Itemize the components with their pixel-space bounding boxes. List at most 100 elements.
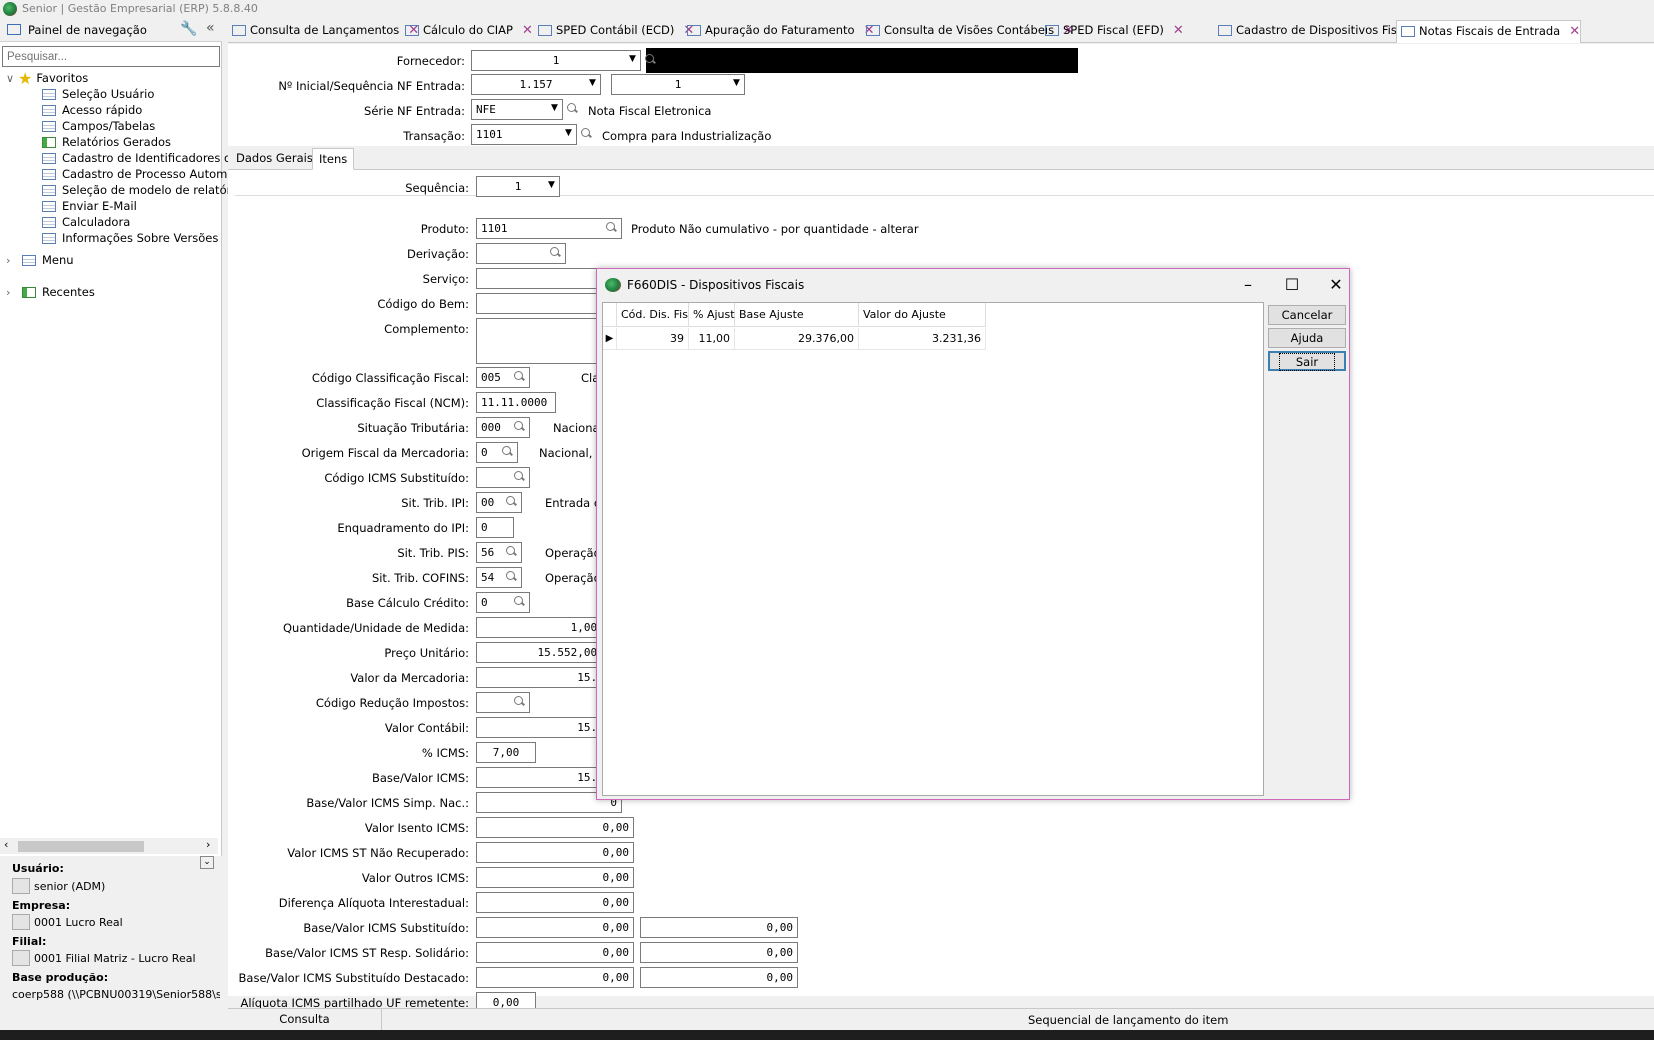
tab-dados-gerais[interactable]: Dados Gerais (230, 148, 319, 170)
minimize-icon[interactable]: – (1233, 273, 1263, 297)
search-icon[interactable] (512, 594, 526, 610)
favorite-item[interactable]: Cadastro de Identificadores de (42, 150, 238, 166)
user-icon[interactable] (12, 878, 30, 894)
tab-document[interactable]: SPED Fiscal (EFD) ✕ (1041, 20, 1184, 43)
grid-column-header[interactable]: % Ajuste (689, 303, 741, 327)
collapse-panel-icon[interactable]: « (206, 20, 215, 36)
dispositivos-grid[interactable]: Cód. Dis. Fis.% Ajuste Base Ajuste Valor d… (602, 302, 1264, 796)
chevron-down-icon[interactable]: ∨ (6, 71, 18, 87)
tab-document[interactable]: Apuração do Faturamento ✕ (683, 20, 874, 43)
close-icon[interactable]: ✕ (1321, 273, 1351, 297)
favorite-item[interactable]: Relatórios Gerados (42, 134, 171, 150)
horizontal-scrollbar[interactable]: ‹ › (0, 838, 218, 854)
close-tab-icon[interactable]: ✕ (1569, 24, 1580, 39)
tree-recent[interactable]: › Recentes (6, 284, 95, 300)
expand-info-icon[interactable]: ⌄ (200, 856, 214, 869)
serie-input[interactable]: NFE (471, 99, 563, 120)
tree-menu[interactable]: › Menu (6, 252, 74, 268)
grid-column-header[interactable]: Valor do Ajuste (859, 303, 986, 327)
grid-cell[interactable]: 29.376,00 (735, 328, 859, 350)
item-field-input[interactable]: 0,00 (476, 942, 634, 963)
transacao-input[interactable]: 1101 (471, 124, 577, 145)
grid-cell[interactable]: 3.231,36 (859, 328, 986, 350)
tab-label: Notas Fiscais de Entrada (1419, 24, 1561, 38)
search-icon[interactable] (643, 52, 657, 68)
close-tab-icon[interactable]: ✕ (522, 23, 533, 38)
search-icon[interactable] (548, 245, 562, 261)
grid-column-header[interactable]: Cód. Dis. Fis. (617, 303, 691, 327)
company-label: Empresa: (12, 899, 71, 912)
fornecedor-input[interactable]: 1 (471, 50, 641, 71)
item-field-description: Produto Não cumulativo - por quantidade … (631, 222, 919, 236)
close-tab-icon[interactable]: ✕ (1173, 23, 1184, 38)
tab-document[interactable]: SPED Contábil (ECD) ✕ (534, 20, 694, 43)
chevron-down-icon[interactable]: ▼ (551, 103, 1652, 113)
item-field-input-2[interactable]: 0,00 (640, 967, 798, 988)
favorite-item[interactable]: Cadastro de Processo Automát (42, 166, 239, 182)
item-field-input[interactable]: 0 (476, 517, 514, 538)
favorite-item[interactable]: Enviar E-Mail (42, 198, 137, 214)
favorite-item-label: Relatórios Gerados (62, 135, 172, 149)
item-field-input[interactable]: 0,00 (476, 917, 634, 938)
chevron-right-icon[interactable]: › (6, 285, 18, 301)
maximize-icon[interactable]: ☐ (1277, 273, 1307, 297)
search-icon[interactable] (504, 569, 518, 585)
favorite-item[interactable]: Calculadora (42, 214, 130, 230)
item-field-input[interactable]: 1101 (476, 218, 622, 239)
search-icon[interactable] (500, 444, 514, 460)
favorite-item[interactable]: Acesso rápido (42, 102, 142, 118)
navigation-search-input[interactable] (2, 46, 220, 67)
cancel-button[interactable]: Cancelar (1268, 305, 1346, 325)
tab-document[interactable]: Consulta de Lançamentos ✕ (228, 20, 419, 43)
item-field-input[interactable]: 11.11.0000 (476, 392, 556, 413)
search-icon[interactable] (512, 369, 526, 385)
form-icon (42, 217, 56, 228)
scroll-left-icon[interactable]: ‹ (4, 838, 8, 851)
branch-icon[interactable] (12, 950, 30, 966)
chevron-down-icon[interactable]: ▼ (548, 180, 1652, 190)
search-icon[interactable] (512, 419, 526, 435)
grid-cell[interactable]: 11,00 (689, 328, 735, 350)
exit-button[interactable]: Sair (1268, 351, 1346, 371)
wrench-icon[interactable]: 🔧 (180, 21, 197, 37)
item-field-label: Serviço: (422, 272, 469, 286)
search-icon[interactable] (504, 494, 518, 510)
search-icon[interactable] (512, 694, 526, 710)
favorite-item[interactable]: Campos/Tabelas (42, 118, 155, 134)
document-tabs: Consulta de Lançamentos ✕ Cálculo do CIAP ✕… (228, 18, 1654, 43)
nf-number-input[interactable]: 1.157 (471, 74, 601, 95)
item-field-input-2[interactable]: 0,00 (640, 942, 798, 963)
search-icon[interactable] (504, 544, 518, 560)
item-field-input[interactable]: 0,00 (476, 967, 634, 988)
item-field-input[interactable]: 7,00 (476, 742, 536, 763)
chevron-down-icon[interactable]: ▼ (629, 54, 1652, 64)
item-field-label: Base/Valor ICMS Substituído Destacado: (238, 971, 469, 985)
tab-document[interactable]: Notas Fiscais de Entrada ✕ (1396, 20, 1582, 43)
chevron-down-icon[interactable]: ▼ (733, 78, 1652, 88)
tab-label: Cálculo do CIAP (423, 23, 513, 37)
item-field-input-2[interactable]: 0,00 (640, 917, 798, 938)
search-icon[interactable] (579, 126, 593, 142)
tree-favorites[interactable]: ∨ ★ Favoritos (6, 70, 88, 86)
tab-itens[interactable]: Itens (312, 148, 355, 170)
favorite-item[interactable]: Seleção Usuário (42, 86, 154, 102)
company-icon[interactable] (12, 914, 30, 930)
item-field-input[interactable]: 0,00 (476, 817, 634, 838)
nf-sequence-input[interactable]: 1 (611, 74, 745, 95)
favorite-item[interactable]: Seleção de modelo de relatóric (42, 182, 241, 198)
grid-cell[interactable]: 39 (617, 328, 689, 350)
item-field-input[interactable]: 0,00 (476, 892, 634, 913)
item-field-input[interactable]: 0,00 (476, 867, 634, 888)
search-icon[interactable] (604, 220, 618, 236)
chevron-right-icon[interactable]: › (6, 253, 18, 269)
favorite-item[interactable]: Informações Sobre Versões (42, 230, 218, 246)
dispositivos-fiscais-dialog: F660DIS - Dispositivos Fiscais – ☐ ✕ Cód… (596, 268, 1350, 800)
item-field-input[interactable]: 0,00 (476, 842, 634, 863)
help-button[interactable]: Ajuda (1268, 328, 1346, 348)
search-icon[interactable] (512, 469, 526, 485)
tab-document[interactable]: Cálculo do CIAP ✕ (401, 20, 533, 43)
scroll-right-icon[interactable]: › (206, 838, 210, 851)
grid-column-header[interactable]: Base Ajuste (735, 303, 859, 327)
search-icon[interactable] (565, 101, 579, 117)
scrollbar-thumb[interactable] (18, 841, 144, 852)
